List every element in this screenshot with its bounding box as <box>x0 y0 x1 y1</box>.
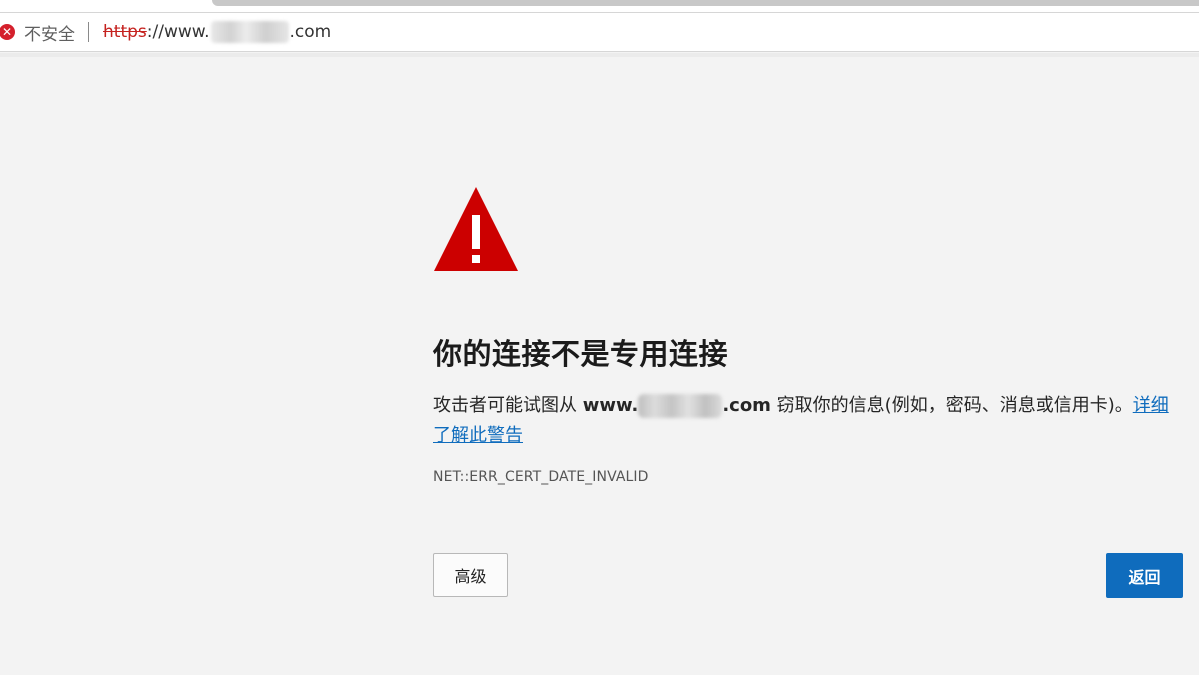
back-button[interactable]: 返回 <box>1106 553 1183 598</box>
security-status-label[interactable]: 不安全 <box>24 20 75 45</box>
page-title: 你的连接不是专用连接 <box>433 337 729 371</box>
url-text[interactable]: https ://www. .com <box>103 21 331 43</box>
address-bar-divider <box>88 22 89 42</box>
url-prefix: ://www. <box>146 22 210 42</box>
warning-triangle-icon <box>434 187 518 271</box>
error-description: 攻击者可能试图从 www. .com 窃取你的信息(例如，密码、消息或信用卡)。详… <box>433 391 1185 451</box>
advanced-button[interactable]: 高级 <box>433 553 508 597</box>
redacted-host <box>638 394 723 418</box>
not-secure-icon[interactable]: ✕ <box>0 24 15 40</box>
address-bar[interactable]: ✕ 不安全 https ://www. .com <box>0 12 1199 52</box>
host-suffix: .com <box>722 395 771 416</box>
description-prefix: 攻击者可能试图从 <box>433 395 583 416</box>
url-suffix: .com <box>289 22 332 42</box>
host-prefix: www. <box>582 395 639 416</box>
redacted-domain <box>210 21 289 43</box>
error-code[interactable]: NET::ERR_CERT_DATE_INVALID <box>433 469 1193 485</box>
description-middle: 窃取你的信息(例如，密码、消息或信用卡)。 <box>770 395 1133 416</box>
toolbar-separator <box>0 53 1199 57</box>
tab-strip-edge <box>212 0 1199 6</box>
window-top-strip <box>0 0 1199 12</box>
url-scheme: https <box>103 22 147 42</box>
error-content: 你的连接不是专用连接 攻击者可能试图从 www. .com 窃取你的信息(例如，密… <box>433 185 1193 485</box>
